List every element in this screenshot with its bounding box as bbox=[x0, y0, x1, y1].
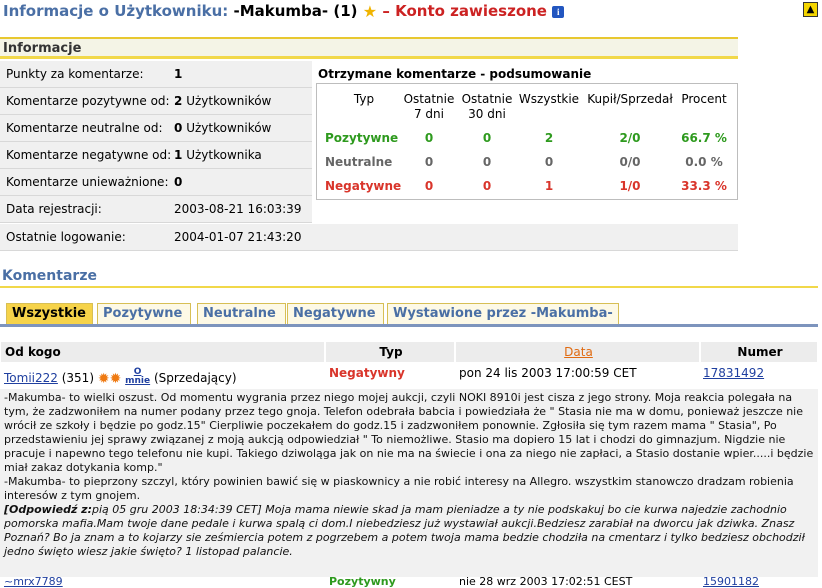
comment-date: pon 24 lis 2003 17:00:59 CET bbox=[459, 366, 637, 380]
col-header-all: Wszystkie bbox=[518, 92, 580, 106]
about-me-icon[interactable]: Omnie bbox=[125, 368, 150, 386]
sun-icon: ✹ bbox=[97, 371, 110, 387]
info-section-header: Informacje bbox=[0, 37, 738, 59]
summary-cell: 0 bbox=[482, 179, 492, 193]
star-icon: ★ bbox=[362, 2, 378, 21]
author-link[interactable]: ~mrx7789 bbox=[4, 575, 63, 588]
summary-cell: 0 bbox=[424, 155, 434, 169]
tab-positive[interactable]: Pozytywne bbox=[97, 303, 191, 325]
summary-cell: 0 bbox=[424, 179, 434, 193]
last-login-row: Ostatnie logowanie: 2004-01-07 21:43:20 bbox=[0, 224, 738, 251]
stat-value: 1 bbox=[174, 148, 183, 162]
author-link[interactable]: Tomii222 bbox=[4, 371, 58, 385]
tab-negative[interactable]: Negatywne bbox=[287, 303, 384, 325]
summary-type-negative: Negatywne bbox=[325, 179, 402, 193]
comment-row: ~mrx7789 Pozytywny nie 28 wrz 2003 17:02… bbox=[0, 574, 818, 588]
page-title: Informacje o Użytkowniku: -Makumba- (1) … bbox=[3, 2, 565, 21]
comment-text: -Makumba- to pieprzony szczyl, który pow… bbox=[4, 475, 794, 502]
stat-label: Komentarze negatywne od: bbox=[6, 148, 172, 162]
auction-number-link[interactable]: 15901182 bbox=[703, 575, 759, 588]
author-score: (351) bbox=[61, 371, 95, 385]
col-header-buysell: Kupił/Sprzedał bbox=[587, 92, 673, 106]
col-header-type: Typ bbox=[353, 92, 375, 106]
comment-type: Pozytywny bbox=[329, 575, 396, 588]
stat-suffix: Użytkowników bbox=[186, 94, 272, 108]
comment-type: Negatywny bbox=[329, 366, 405, 380]
stat-value: 1 bbox=[174, 67, 183, 81]
col-header-7days: Ostatnie 7 dni bbox=[403, 92, 455, 121]
last-login-label: Ostatnie logowanie: bbox=[6, 230, 126, 244]
summary-cell: 2 bbox=[544, 131, 554, 145]
stat-value: 0 bbox=[174, 175, 183, 189]
comment-number: 17831492 bbox=[703, 366, 764, 390]
col-header-percent: Procent bbox=[681, 92, 727, 106]
summary-cell: 0.0 % bbox=[685, 155, 723, 169]
col-from: Od kogo bbox=[0, 341, 325, 363]
col-type: Typ bbox=[325, 341, 455, 363]
top-arrow-icon[interactable]: ▲ bbox=[803, 2, 818, 17]
col-header-30days: Ostatnie 30 dni bbox=[461, 92, 513, 121]
summary-cell: 0 bbox=[482, 155, 492, 169]
comment-text: -Makumba- to wielki oszust. Od momentu w… bbox=[4, 391, 814, 474]
auction-number-link[interactable]: 17831492 bbox=[703, 366, 764, 380]
username: -Makumba- bbox=[233, 2, 329, 20]
author-role: (Sprzedający) bbox=[153, 371, 237, 385]
summary-type-positive: Pozytywne bbox=[325, 131, 399, 145]
tab-all[interactable]: Wszystkie bbox=[6, 303, 93, 325]
stat-row: Data rejestracji: 2003-08-21 16:03:39 bbox=[0, 196, 312, 223]
summary-cell: 0/0 bbox=[619, 155, 641, 169]
stat-row: Punkty za komentarze: 1 bbox=[0, 61, 312, 88]
comment-date: nie 28 wrz 2003 17:02:51 CEST bbox=[459, 575, 633, 588]
title-label: Informacje o Użytkowniku: bbox=[3, 2, 229, 20]
last-login-value: 2004-01-07 21:43:20 bbox=[174, 230, 302, 244]
stat-value: 2 bbox=[174, 94, 183, 108]
stat-row: Komentarze negatywne od: 1 Użytkownika bbox=[0, 142, 312, 169]
summary-cell: 2/0 bbox=[619, 131, 641, 145]
stat-label: Data rejestracji: bbox=[6, 202, 102, 216]
tab-neutral[interactable]: Neutralne bbox=[197, 303, 286, 325]
tabs-underline bbox=[0, 324, 818, 327]
stat-row: Komentarze pozytywne od: 2 Użytkowników bbox=[0, 88, 312, 115]
summary-cell: 1 bbox=[544, 179, 554, 193]
summary-cell: 1/0 bbox=[619, 179, 641, 193]
comment-body: -Makumba- to wielki oszust. Od momentu w… bbox=[0, 389, 818, 577]
stat-value: 0 bbox=[174, 121, 183, 135]
page-header: Informacje o Użytkowniku: -Makumba- (1) … bbox=[0, 0, 822, 24]
account-status: Konto zawieszone bbox=[395, 2, 547, 20]
col-number: Numer bbox=[700, 341, 818, 363]
stat-label: Komentarze neutralne od: bbox=[6, 121, 163, 135]
summary-cell: 66.7 % bbox=[681, 131, 727, 145]
comment-row: Tomii222 (351) ✹✹ Omnie (Sprzedający) Ne… bbox=[0, 364, 818, 388]
user-stats-table: Punkty za komentarze: 1 Komentarze pozyt… bbox=[0, 61, 312, 223]
summary-table: Typ Ostatnie 7 dni Ostatnie 30 dni Wszystk… bbox=[316, 83, 738, 200]
summary-cell: 0 bbox=[482, 131, 492, 145]
comments-divider bbox=[0, 286, 818, 288]
summary-type-neutral: Neutralne bbox=[325, 155, 393, 169]
summary-cell: 33.3 % bbox=[681, 179, 727, 193]
stat-label: Punkty za komentarze: bbox=[6, 67, 144, 81]
summary-cell: 0 bbox=[424, 131, 434, 145]
stat-row: Komentarze neutralne od: 0 Użytkowników bbox=[0, 115, 312, 142]
comments-section-title: Komentarze bbox=[2, 268, 97, 284]
stat-label: Komentarze pozytywne od: bbox=[6, 94, 170, 108]
summary-cell: 0 bbox=[544, 155, 554, 169]
sun-icon: ✹ bbox=[109, 371, 122, 387]
stat-value: 2003-08-21 16:03:39 bbox=[174, 202, 302, 216]
stat-suffix: Użytkowników bbox=[186, 121, 272, 135]
info-icon[interactable]: i bbox=[552, 6, 565, 18]
info-section-title: Informacje bbox=[3, 41, 82, 56]
user-score: (1) bbox=[333, 2, 358, 20]
comment-reply: [Odpowiedź z:pią 05 gru 2003 18:34:39 CE… bbox=[4, 503, 805, 558]
stat-row: Komentarze unieważnione: 0 bbox=[0, 169, 312, 196]
stat-suffix: Użytkownika bbox=[186, 148, 262, 162]
tab-issued-by-user[interactable]: Wystawione przez -Makumba- bbox=[387, 303, 619, 325]
col-date[interactable]: Data bbox=[455, 341, 700, 363]
stat-label: Komentarze unieważnione: bbox=[6, 175, 169, 189]
summary-title: Otrzymane komentarze - podsumowanie bbox=[318, 67, 592, 81]
